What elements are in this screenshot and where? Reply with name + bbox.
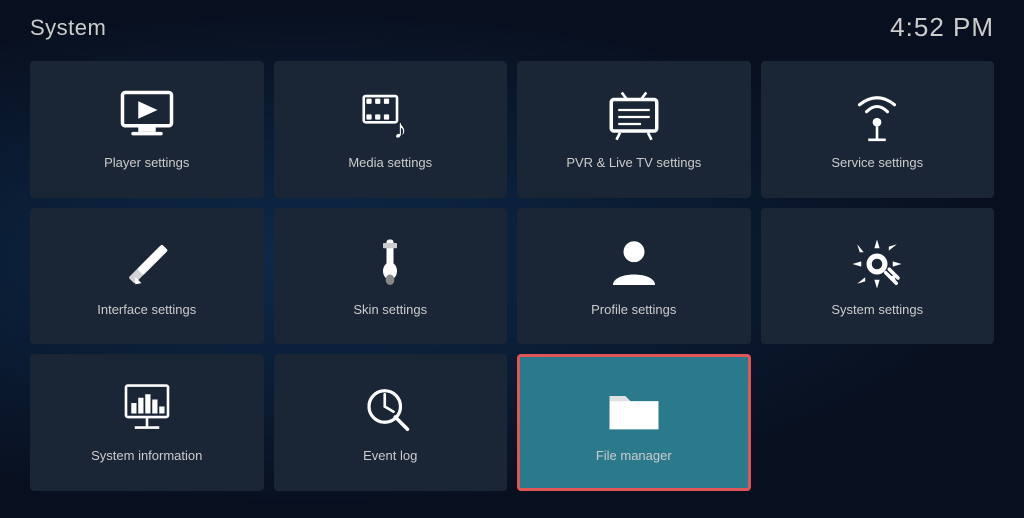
skin-icon — [362, 236, 418, 292]
file-manager-label: File manager — [596, 448, 672, 465]
tile-skin-settings[interactable]: Skin settings — [274, 208, 508, 345]
sysinfo-icon — [119, 382, 175, 438]
eventlog-icon — [362, 382, 418, 438]
player-settings-label: Player settings — [104, 155, 189, 172]
tile-player-settings[interactable]: Player settings — [30, 61, 264, 198]
settings-grid: Player settings ♪ Media settings — [30, 61, 994, 491]
tile-service-settings[interactable]: Service settings — [761, 61, 995, 198]
event-log-label: Event log — [363, 448, 417, 465]
header: System 4:52 PM — [30, 12, 994, 43]
filemanager-icon — [606, 382, 662, 438]
tile-event-log[interactable]: Event log — [274, 354, 508, 491]
interface-icon — [119, 236, 175, 292]
system-settings-label: System settings — [831, 302, 923, 319]
interface-settings-label: Interface settings — [97, 302, 196, 319]
media-settings-label: Media settings — [348, 155, 432, 172]
tile-file-manager[interactable]: File manager — [517, 354, 751, 491]
system-information-label: System information — [91, 448, 202, 465]
player-icon — [119, 89, 175, 145]
service-icon — [849, 89, 905, 145]
pvr-icon — [606, 89, 662, 145]
tile-system-settings[interactable]: System settings — [761, 208, 995, 345]
page-wrapper: System 4:52 PM Player settings — [0, 0, 1024, 518]
profile-settings-label: Profile settings — [591, 302, 676, 319]
profile-icon — [606, 236, 662, 292]
tile-system-information[interactable]: System information — [30, 354, 264, 491]
tile-pvr-settings[interactable]: PVR & Live TV settings — [517, 61, 751, 198]
media-icon: ♪ — [362, 89, 418, 145]
skin-settings-label: Skin settings — [353, 302, 427, 319]
service-settings-label: Service settings — [831, 155, 923, 172]
svg-text:♪: ♪ — [394, 114, 407, 144]
clock: 4:52 PM — [890, 12, 994, 43]
page-title: System — [30, 15, 106, 41]
tile-interface-settings[interactable]: Interface settings — [30, 208, 264, 345]
tile-media-settings[interactable]: ♪ Media settings — [274, 61, 508, 198]
tile-profile-settings[interactable]: Profile settings — [517, 208, 751, 345]
systemsettings-icon — [849, 236, 905, 292]
pvr-settings-label: PVR & Live TV settings — [566, 155, 701, 172]
